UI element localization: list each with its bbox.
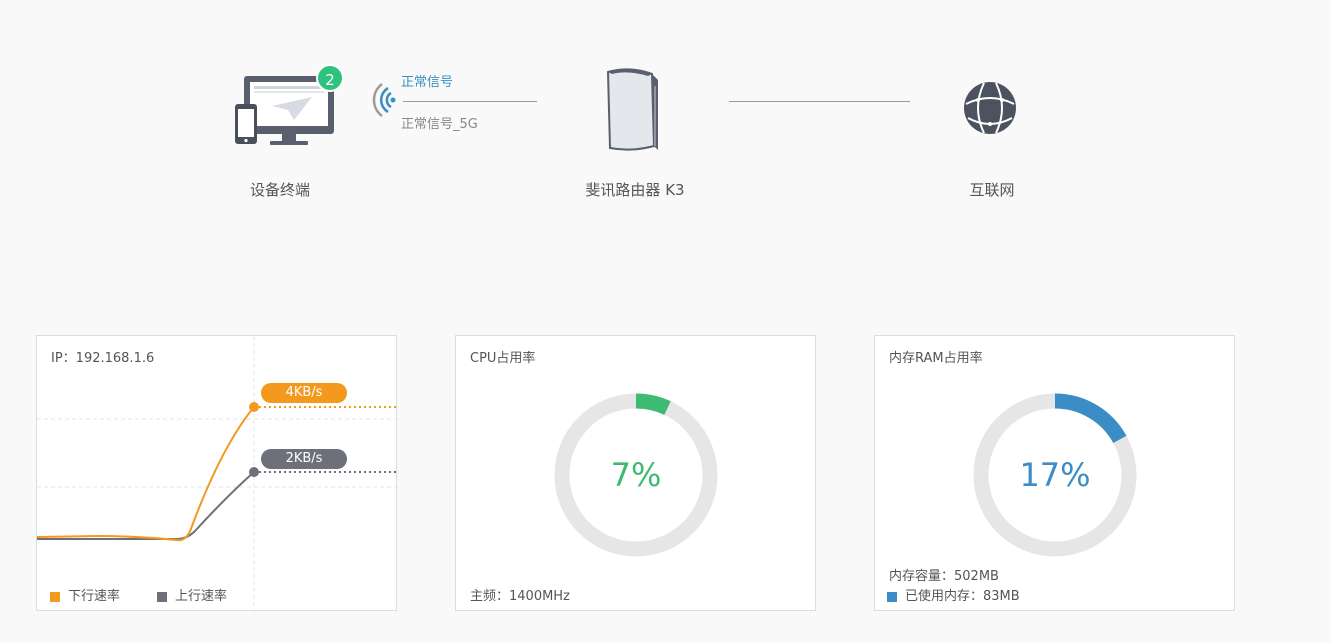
- legend-download-label: 下行速率: [68, 589, 121, 604]
- globe-icon: [964, 82, 1016, 134]
- legend-upload-label: 上行速率: [175, 589, 228, 604]
- traffic-card: IP：192.168.1.6 4KB/s 2KB/s 下行速率 上行速率: [36, 335, 398, 612]
- upload-rate-point: [249, 467, 259, 477]
- internet-node[interactable]: [962, 80, 1018, 136]
- ram-used-label: 已使用内存：83MB: [905, 589, 1020, 604]
- router-node[interactable]: [600, 66, 664, 154]
- cpu-percent-value: 7%: [610, 456, 662, 494]
- upload-rate-line: [37, 471, 255, 540]
- router-internet-link: [729, 101, 910, 102]
- router-icon: [606, 68, 658, 151]
- download-rate-line: [37, 406, 255, 542]
- download-rate-point: [249, 402, 259, 412]
- router-status-page: 2 设备终端 正常信号 正常信号_5G 斐讯路由器 K3 互联网 IP：192.…: [0, 0, 1331, 643]
- internet-label: 互联网: [969, 181, 1015, 199]
- signal-2g-label: 正常信号: [401, 75, 454, 90]
- traffic-chart: [37, 336, 398, 612]
- device-count-badge: 2: [316, 64, 344, 92]
- device-node[interactable]: 2: [232, 64, 344, 154]
- ram-used: 已使用内存：83MB: [887, 585, 1020, 604]
- legend-upload-swatch: [157, 591, 167, 602]
- wifi-signal-icon: [372, 83, 396, 117]
- device-router-link: [403, 101, 537, 102]
- ram-title: 内存RAM占用率: [889, 351, 983, 366]
- legend-download-swatch: [50, 591, 60, 602]
- cpu-frequency: 主频：1400MHz: [470, 589, 570, 604]
- upload-rate-pill: 2KB/s: [261, 449, 347, 469]
- download-rate-pill: 4KB/s: [261, 383, 347, 403]
- ram-used-swatch: [887, 591, 897, 602]
- cpu-card: CPU占用率 7% 主频：1400MHz: [455, 335, 816, 611]
- ram-capacity: 内存容量：502MB: [889, 569, 999, 584]
- device-label: 设备终端: [249, 181, 311, 199]
- ram-card: 内存RAM占用率 17% 内存容量：502MB 已使用内存：83MB: [874, 335, 1235, 611]
- cpu-title: CPU占用率: [470, 351, 536, 366]
- ram-percent-value: 17%: [1019, 456, 1091, 494]
- legend-download: 下行速率: [50, 585, 120, 604]
- signal-5g-label: 正常信号_5G: [401, 117, 478, 132]
- legend-upload: 上行速率: [157, 585, 227, 604]
- router-label: 斐讯路由器 K3: [585, 181, 685, 199]
